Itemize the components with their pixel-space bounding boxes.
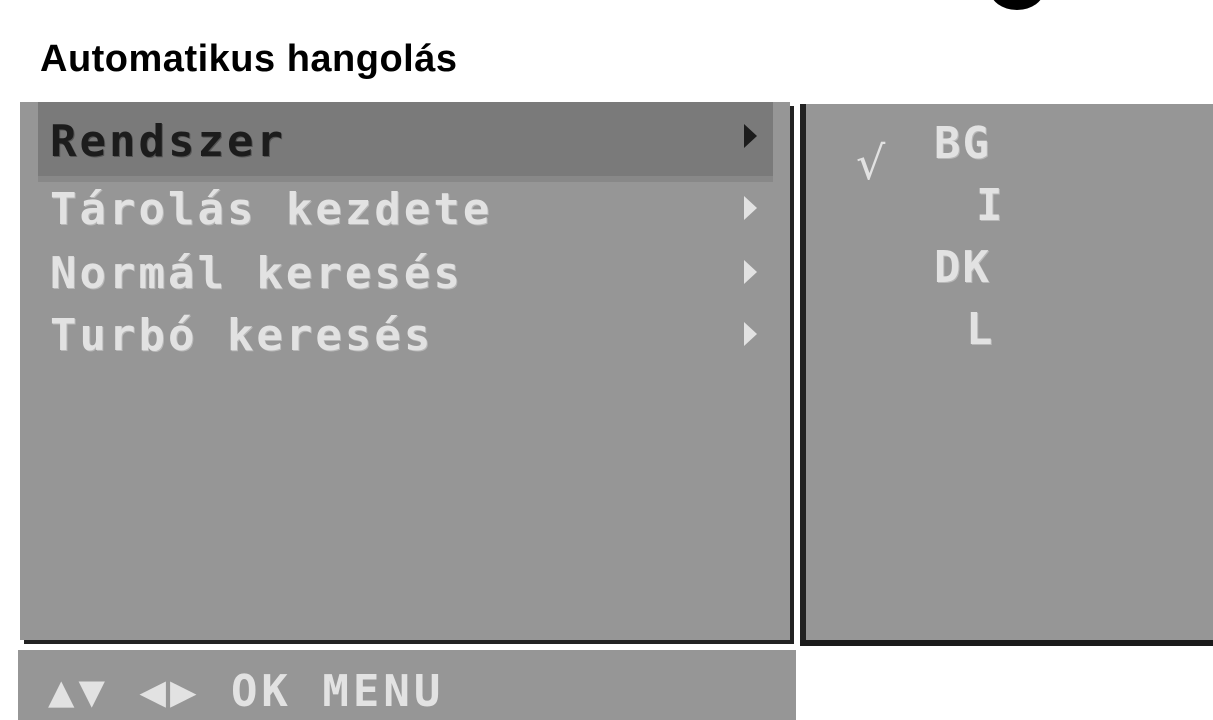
menu-item-turbo-kereses[interactable]: Turbó keresés: [38, 308, 773, 372]
menu-item-rendszer[interactable]: Rendszer: [38, 102, 773, 182]
menu-item-label: Tárolás kezdete: [50, 184, 493, 235]
option-dk[interactable]: DK: [934, 242, 991, 293]
menu-item-tarolas-kezdete[interactable]: Tárolás kezdete: [38, 182, 773, 246]
menu-panel: Rendszer Tárolás kezdete Normál keresés …: [20, 102, 790, 640]
corner-decoration: [990, 0, 1044, 10]
footer-hint: ▲▼ ◀▶ OK MENU: [48, 666, 445, 717]
menu-item-label: Turbó keresés: [50, 310, 434, 361]
right-arrow-icon: [744, 322, 757, 346]
option-bg[interactable]: BG: [934, 118, 991, 169]
option-i[interactable]: I: [976, 180, 1005, 231]
menu-item-normal-kereses[interactable]: Normál keresés: [38, 246, 773, 310]
check-mark-icon: √: [856, 136, 886, 190]
right-arrow-icon: [744, 260, 757, 284]
right-arrow-icon: [744, 124, 757, 148]
option-l[interactable]: L: [966, 304, 995, 355]
right-arrow-icon: [744, 196, 757, 220]
page-title: Automatikus hangolás: [40, 38, 458, 80]
menu-item-label: Rendszer: [50, 116, 286, 167]
menu-item-label: Normál keresés: [50, 248, 463, 299]
footer-hint-bar: ▲▼ ◀▶ OK MENU: [18, 650, 796, 720]
